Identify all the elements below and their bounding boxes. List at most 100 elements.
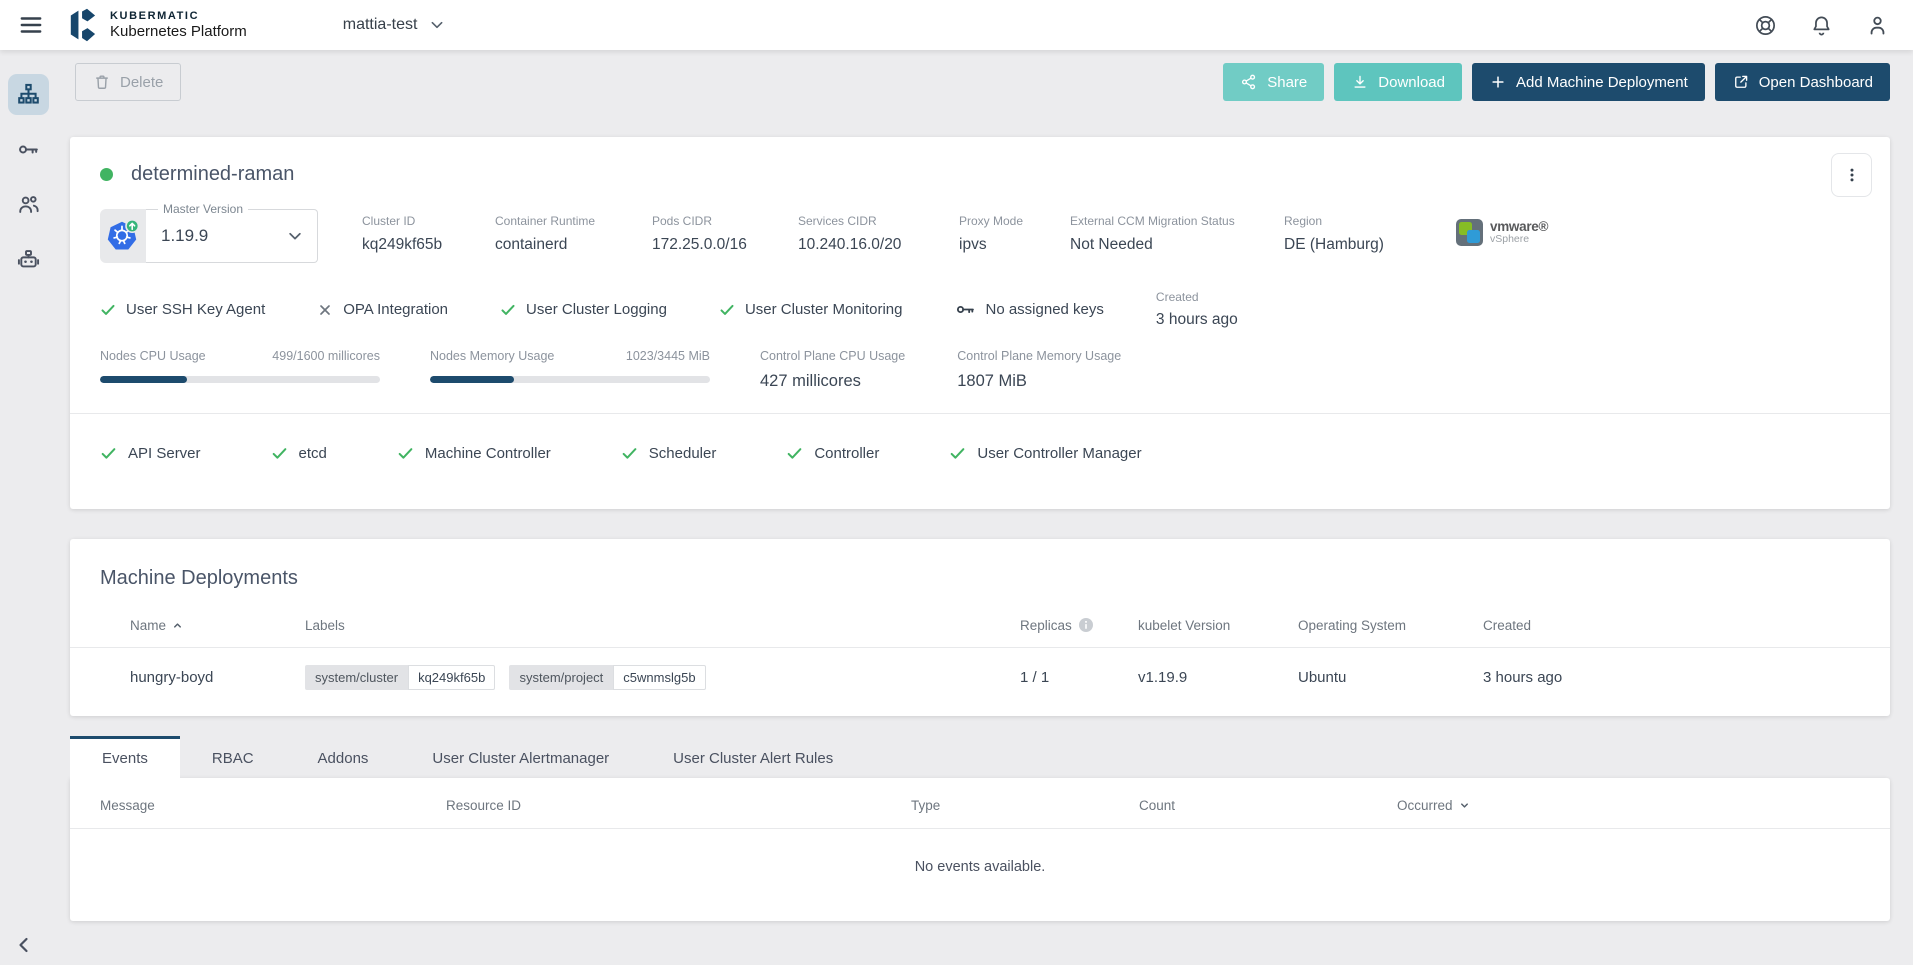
- cluster-created: Created 3 hours ago: [1156, 290, 1238, 329]
- nodes-memory-usage: Nodes Memory Usage 1023/3445 MiB: [430, 349, 710, 391]
- chevron-left-icon: [12, 933, 36, 957]
- nodes-cpu-progressbar: [100, 376, 380, 383]
- sidebar-item-clusters[interactable]: [8, 74, 49, 115]
- info-ccm-migration-status: External CCM Migration Status Not Needed: [1070, 214, 1256, 254]
- column-replicas: Replicas: [1020, 617, 1138, 633]
- info-region: Region DE (Hamburg): [1284, 214, 1404, 254]
- health-controller: Controller: [786, 445, 879, 462]
- chevron-down-icon: [286, 227, 304, 245]
- sidebar-item-service-accounts[interactable]: [8, 239, 49, 280]
- provider-product: vSphere: [1490, 234, 1548, 245]
- menu-icon[interactable]: [18, 12, 44, 38]
- md-labels: system/clusterkq249kf65b system/projectc…: [305, 665, 1020, 690]
- md-name: hungry-boyd: [130, 669, 305, 686]
- tab-user-cluster-alertmanager[interactable]: User Cluster Alertmanager: [400, 736, 641, 778]
- project-name: mattia-test: [343, 16, 418, 34]
- events-card: Message Resource ID Type Count Occurred …: [70, 778, 1890, 921]
- share-label: Share: [1267, 74, 1307, 91]
- info-proxy-mode: Proxy Mode ipvs: [959, 214, 1042, 254]
- vsphere-logo: [1456, 219, 1483, 246]
- user-icon[interactable]: [1866, 14, 1889, 37]
- column-kubelet-version: kubelet Version: [1138, 618, 1298, 633]
- check-icon: [397, 445, 414, 462]
- health-scheduler: Scheduler: [621, 445, 717, 462]
- label-chip: system/projectc5wnmslg5b: [509, 665, 705, 690]
- info-container-runtime: Container Runtime containerd: [495, 214, 624, 254]
- tab-events[interactable]: Events: [70, 736, 180, 778]
- delete-button[interactable]: Delete: [75, 63, 181, 101]
- nodes-memory-progressbar: [430, 376, 710, 383]
- check-icon: [271, 445, 288, 462]
- external-link-icon: [1732, 73, 1750, 91]
- tab-user-cluster-alert-rules[interactable]: User Cluster Alert Rules: [641, 736, 865, 778]
- nodes-cpu-usage: Nodes CPU Usage 499/1600 millicores: [100, 349, 380, 391]
- events-header: Message Resource ID Type Count Occurred: [70, 778, 1890, 829]
- help-icon[interactable]: [1754, 14, 1777, 37]
- cluster-actions-menu-button[interactable]: [1831, 153, 1872, 197]
- download-button[interactable]: Download: [1334, 63, 1462, 101]
- check-icon: [100, 302, 116, 318]
- share-button[interactable]: Share: [1223, 63, 1324, 101]
- brand[interactable]: KUBERMATIC Kubernetes Platform: [64, 7, 247, 43]
- machine-deployments-title: Machine Deployments: [70, 567, 1890, 590]
- brand-line1: KUBERMATIC: [110, 10, 247, 22]
- info-pods-cidr: Pods CIDR 172.25.0.0/16: [652, 214, 770, 254]
- members-icon: [17, 193, 40, 216]
- project-selector[interactable]: mattia-test: [343, 16, 446, 34]
- tab-addons[interactable]: Addons: [286, 736, 401, 778]
- topbar: KUBERMATIC Kubernetes Platform mattia-te…: [0, 0, 1913, 50]
- feature-opa-integration: OPA Integration: [317, 301, 448, 318]
- control-plane-cpu-usage: Control Plane CPU Usage 427 millicores: [760, 349, 905, 391]
- master-version-select[interactable]: Master Version 1.19.9: [100, 209, 318, 263]
- machine-deployments-card: Machine Deployments Name Labels Replicas: [70, 539, 1890, 716]
- column-resource-id: Resource ID: [446, 798, 911, 813]
- label-chip: system/clusterkq249kf65b: [305, 665, 495, 690]
- cross-icon: [317, 302, 333, 318]
- machine-deployment-row[interactable]: hungry-boyd system/clusterkq249kf65b sys…: [70, 648, 1890, 706]
- share-icon: [1240, 73, 1258, 91]
- health-etcd: etcd: [271, 445, 327, 462]
- sort-desc-icon: [1459, 800, 1470, 811]
- md-kubelet-version: v1.19.9: [1138, 669, 1298, 686]
- add-machine-deployment-label: Add Machine Deployment: [1516, 74, 1688, 91]
- add-machine-deployment-button[interactable]: Add Machine Deployment: [1472, 63, 1705, 101]
- sidebar-item-members[interactable]: [8, 184, 49, 225]
- md-created: 3 hours ago: [1483, 669, 1860, 686]
- kubermatic-logo-icon: [64, 7, 101, 43]
- sidebar-item-ssh-keys[interactable]: [8, 129, 49, 170]
- events-empty-message: No events available.: [70, 829, 1890, 917]
- chevron-down-icon: [429, 17, 445, 33]
- sidebar-collapse-button[interactable]: [12, 933, 36, 957]
- trash-icon: [93, 73, 111, 91]
- provider-logo: vmware® vSphere: [1456, 209, 1548, 246]
- column-created: Created: [1483, 618, 1860, 633]
- feature-ssh-key-agent: User SSH Key Agent: [100, 301, 265, 318]
- health-machine-controller: Machine Controller: [397, 445, 551, 462]
- tab-rbac[interactable]: RBAC: [180, 736, 286, 778]
- ssh-keys-status[interactable]: No assigned keys: [955, 299, 1104, 320]
- feature-user-cluster-logging: User Cluster Logging: [500, 301, 667, 318]
- open-dashboard-label: Open Dashboard: [1759, 74, 1873, 91]
- open-dashboard-button[interactable]: Open Dashboard: [1715, 63, 1890, 101]
- check-icon: [500, 302, 516, 318]
- info-cluster-id: Cluster ID kq249kf65b: [362, 214, 467, 254]
- column-message: Message: [100, 798, 446, 813]
- column-name[interactable]: Name: [130, 618, 305, 633]
- kubernetes-icon: [100, 209, 146, 263]
- provider-name: vmware®: [1490, 220, 1548, 234]
- check-icon: [719, 302, 735, 318]
- column-operating-system: Operating System: [1298, 618, 1483, 633]
- check-icon: [786, 445, 803, 462]
- cluster-card: determined-raman: [70, 137, 1890, 509]
- check-icon: [100, 445, 117, 462]
- machine-deployments-header: Name Labels Replicas kubelet Version: [70, 617, 1890, 648]
- sort-asc-icon: [172, 620, 183, 631]
- download-label: Download: [1378, 74, 1445, 91]
- tab-bar: Events RBAC Addons User Cluster Alertman…: [70, 736, 1890, 778]
- health-user-controller-manager: User Controller Manager: [949, 445, 1141, 462]
- master-version-value: 1.19.9: [161, 226, 208, 246]
- notifications-icon[interactable]: [1810, 14, 1833, 37]
- key-icon: [955, 299, 976, 320]
- cluster-name: determined-raman: [131, 163, 294, 186]
- column-occurred[interactable]: Occurred: [1397, 798, 1860, 813]
